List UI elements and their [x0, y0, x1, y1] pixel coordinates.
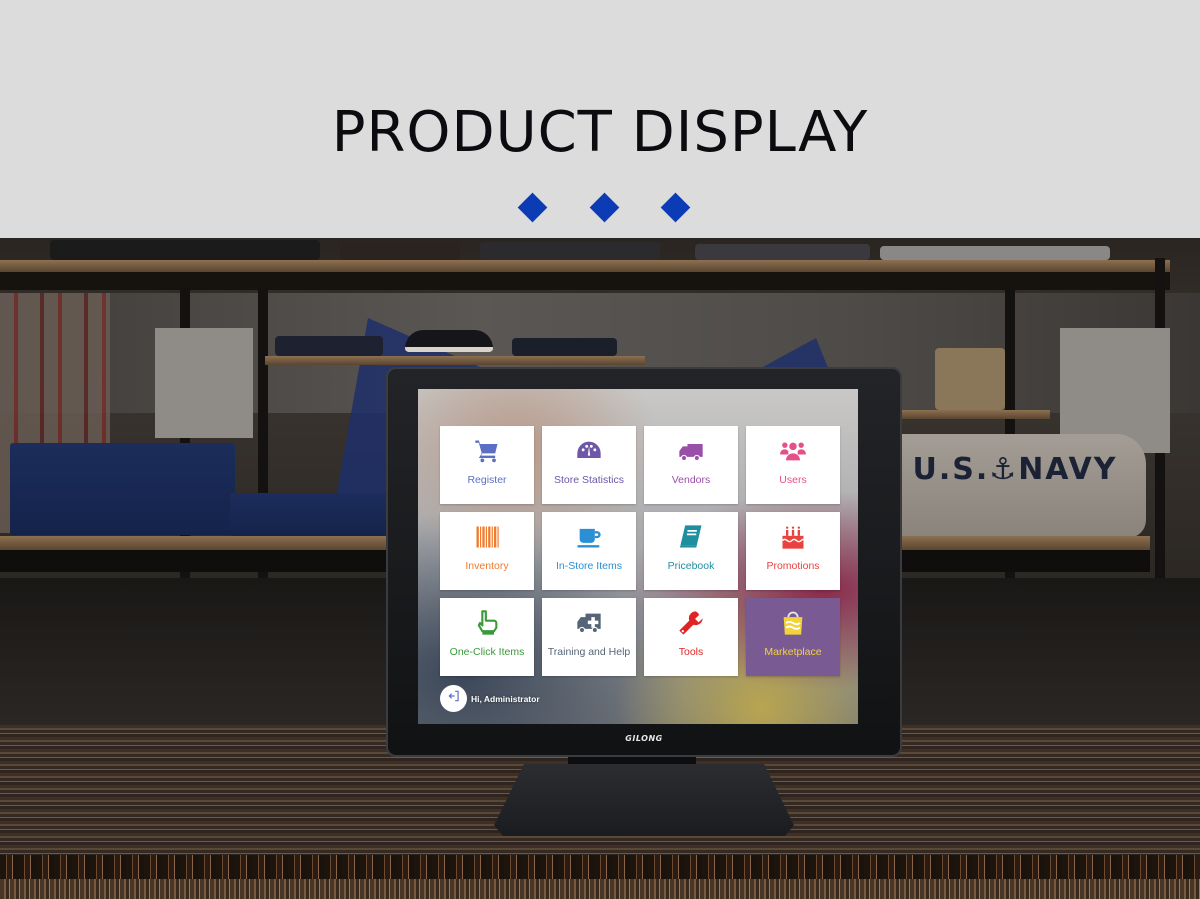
tile-label: One-Click Items: [449, 646, 525, 658]
tile-training-and-help[interactable]: Training and Help: [542, 598, 636, 676]
book-icon: [676, 522, 706, 552]
folded-clothes: [50, 240, 320, 260]
diamond-icon: [589, 192, 620, 223]
tile-label: In-Store Items: [556, 560, 622, 572]
tile-label: Promotions: [766, 560, 820, 572]
sign-out-icon: [447, 689, 461, 708]
monitor-stand-base: [494, 764, 794, 836]
shelf: [265, 356, 645, 365]
folded-shirts: [10, 443, 235, 535]
tile-label: Users: [779, 474, 807, 486]
folded-shirts: [230, 493, 390, 536]
jeans: [512, 338, 617, 356]
user-greeting: Hi, Administrator: [471, 693, 540, 704]
coffee-cup-icon: [574, 522, 604, 552]
jeans: [275, 336, 383, 356]
pos-screen: Register Store Statistics Vendors Users …: [418, 389, 858, 724]
page-title: PRODUCT DISPLAY: [331, 100, 869, 165]
tile-label: Inventory: [465, 560, 509, 572]
tile-label: Vendors: [671, 474, 711, 486]
wrench-icon: [676, 608, 706, 638]
folded-clothes: [695, 244, 870, 260]
users-group-icon: [778, 436, 808, 466]
barcode-icon: [472, 522, 502, 552]
store-photo: U.S.⚓NAVY Register Store Statistics Vend…: [0, 238, 1200, 899]
truck-icon: [676, 436, 706, 466]
touchscreen-monitor: Register Store Statistics Vendors Users …: [386, 367, 902, 757]
navy-blanket: U.S.⚓NAVY: [884, 434, 1146, 538]
tile-register[interactable]: Register: [440, 426, 534, 504]
brand-logo: GILONG: [625, 734, 663, 743]
shelf-frame: [0, 272, 1170, 290]
tile-label: Marketplace: [764, 646, 822, 658]
tile-tools[interactable]: Tools: [644, 598, 738, 676]
shelf: [0, 260, 1170, 272]
tile-label: Store Statistics: [553, 474, 625, 486]
tile-label: Register: [467, 474, 507, 486]
cinder-blocks: [155, 328, 253, 438]
app-grid: Register Store Statistics Vendors Users …: [440, 426, 845, 676]
user-bar: Hi, Administrator: [440, 685, 540, 712]
tile-label: Tools: [678, 646, 704, 658]
decorative-divider: [0, 192, 1200, 223]
tile-marketplace[interactable]: Marketplace: [746, 598, 840, 676]
tile-users[interactable]: Users: [746, 426, 840, 504]
logout-button[interactable]: [440, 685, 467, 712]
shopping-cart-icon: [472, 436, 502, 466]
page-header: PRODUCT DISPLAY: [0, 0, 1200, 238]
tile-in-store-items[interactable]: In-Store Items: [542, 512, 636, 590]
diamond-icon: [660, 192, 691, 223]
tile-promotions[interactable]: Promotions: [746, 512, 840, 590]
boxes: [935, 348, 1005, 410]
ambulance-icon: [574, 608, 604, 638]
pointing-hand-icon: [472, 608, 502, 638]
tile-vendors[interactable]: Vendors: [644, 426, 738, 504]
diamond-icon: [517, 192, 548, 223]
counter-front: [0, 879, 1200, 899]
shopping-bag-icon: [778, 608, 808, 638]
folded-clothes: [480, 242, 660, 260]
magazines: [880, 246, 1110, 260]
dashboard-gauge-icon: [574, 436, 604, 466]
blanket-print: U.S.⚓NAVY: [912, 452, 1118, 487]
counter-edge: [0, 855, 1200, 879]
tile-store-statistics[interactable]: Store Statistics: [542, 426, 636, 504]
tile-one-click-items[interactable]: One-Click Items: [440, 598, 534, 676]
shoe: [405, 330, 493, 352]
tile-label: Pricebook: [667, 560, 715, 572]
tile-inventory[interactable]: Inventory: [440, 512, 534, 590]
tile-label: Training and Help: [547, 646, 631, 658]
tile-pricebook[interactable]: Pricebook: [644, 512, 738, 590]
birthday-cake-icon: [778, 522, 808, 552]
folded-clothes: [340, 242, 460, 260]
shelf: [880, 410, 1050, 419]
